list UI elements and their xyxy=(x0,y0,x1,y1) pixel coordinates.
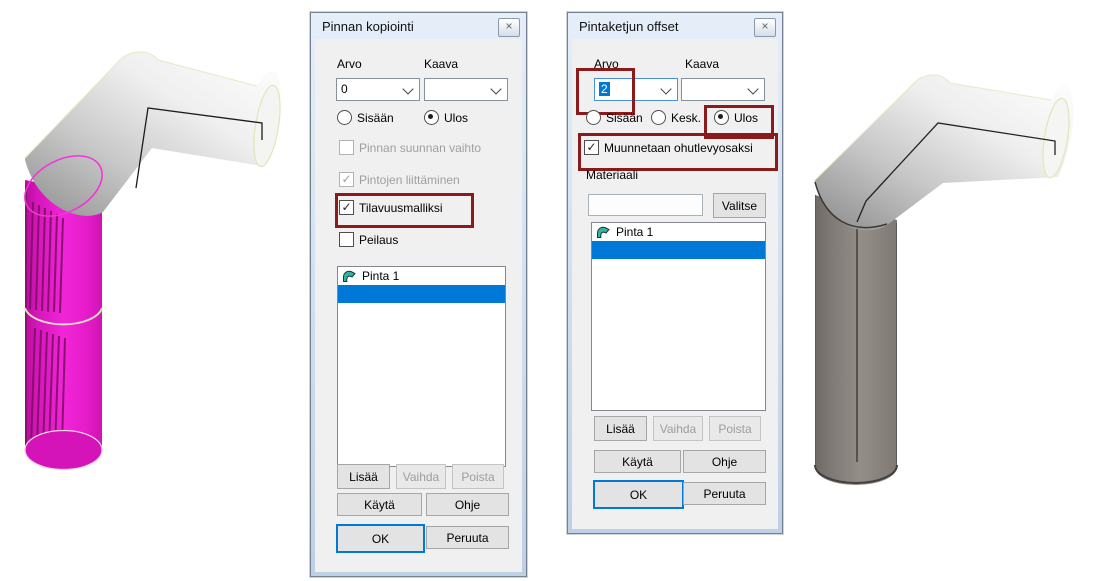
surface-listbox[interactable]: Pinta 1 xyxy=(337,266,506,467)
dialog-title: Pinnan kopiointi xyxy=(322,19,414,34)
ok-button[interactable]: OK xyxy=(336,524,425,553)
checkbox-pintojen-liittaminen[interactable]: ✓ Pintojen liittäminen xyxy=(339,172,460,187)
lisaa-button[interactable]: Lisää xyxy=(337,464,390,489)
checkbox-label: Peilaus xyxy=(359,233,398,247)
checkbox-peilaus[interactable]: Peilaus xyxy=(339,232,398,247)
arvo-combobox[interactable]: 0 xyxy=(336,78,420,101)
cylinder-bottom-opening xyxy=(25,431,102,470)
close-icon[interactable]: × xyxy=(498,18,520,37)
checkbox-muunnetaan-ohutlevyosaksi[interactable]: ✓ Muunnetaan ohutlevyosaksi xyxy=(584,140,753,155)
checkbox-pinnan-suunnan-vaihto[interactable]: Pinnan suunnan vaihto xyxy=(339,140,481,155)
surface-icon xyxy=(342,269,357,283)
chevron-down-icon xyxy=(402,83,413,94)
white-elbow-tube xyxy=(815,75,1073,230)
kayta-button[interactable]: Käytä xyxy=(594,450,681,473)
list-item-label: Pinta 1 xyxy=(616,225,653,239)
arvo-label: Arvo xyxy=(594,57,619,71)
checkbox-icon xyxy=(339,140,354,155)
chevron-down-icon xyxy=(490,83,501,94)
radio-ulos[interactable]: Ulos xyxy=(424,110,468,125)
arvo-combobox-value: 0 xyxy=(341,82,348,96)
checkbox-label: Pinnan suunnan vaihto xyxy=(359,141,481,155)
radio-kesk-label: Kesk. xyxy=(671,111,701,125)
radio-sisaan[interactable]: Sisään xyxy=(586,110,643,125)
kaava-combobox[interactable] xyxy=(681,78,765,101)
list-item-label: Pinta 1 xyxy=(362,269,399,283)
model-left-magenta-pipe xyxy=(0,20,300,485)
kaava-label: Kaava xyxy=(685,57,719,71)
desktop-canvas: Pinnan kopiointi × Arvo Kaava 0 Sisään U… xyxy=(0,0,1098,581)
ohje-button[interactable]: Ohje xyxy=(426,493,509,516)
poista-button[interactable]: Poista xyxy=(709,416,761,441)
chevron-down-icon xyxy=(660,83,671,94)
arvo-combobox[interactable]: 2 xyxy=(594,78,678,101)
materiaali-label: Materiaali xyxy=(586,168,638,182)
arvo-label: Arvo xyxy=(337,57,362,71)
checkbox-tilavuusmalliksi[interactable]: ✓ Tilavuusmalliksi xyxy=(339,200,443,215)
titlebar[interactable]: Pinnan kopiointi × xyxy=(311,13,526,39)
lisaa-button[interactable]: Lisää xyxy=(594,416,647,441)
checkbox-checked-icon: ✓ xyxy=(339,172,354,187)
list-item-pinta-1[interactable]: Pinta 1 xyxy=(592,223,765,241)
radio-sisaan-label: Sisään xyxy=(357,111,394,125)
radio-icon xyxy=(586,110,601,125)
peruuta-button[interactable]: Peruuta xyxy=(426,526,509,549)
arvo-combobox-value: 2 xyxy=(599,82,610,96)
surface-icon xyxy=(596,225,611,239)
material-field[interactable] xyxy=(588,194,703,216)
close-icon[interactable]: × xyxy=(754,18,776,37)
white-elbow-tube xyxy=(25,52,280,216)
titlebar[interactable]: Pintaketjun offset × xyxy=(568,13,782,39)
radio-ulos[interactable]: Ulos xyxy=(714,110,758,125)
radio-ulos-label: Ulos xyxy=(444,111,468,125)
vaihda-button[interactable]: Vaihda xyxy=(653,416,703,441)
gray-cylinder-body xyxy=(815,195,897,485)
checkbox-label: Tilavuusmalliksi xyxy=(359,201,443,215)
checkbox-checked-icon: ✓ xyxy=(584,140,599,155)
chevron-down-icon xyxy=(747,83,758,94)
kayta-button[interactable]: Käytä xyxy=(337,493,422,516)
radio-ulos-label: Ulos xyxy=(734,111,758,125)
peruuta-button[interactable]: Peruuta xyxy=(683,482,766,505)
radio-kesk[interactable]: Kesk. xyxy=(651,110,701,125)
radio-sisaan[interactable]: Sisään xyxy=(337,110,394,125)
model-right-gray-pipe xyxy=(800,55,1098,500)
radio-selected-icon xyxy=(424,110,439,125)
radio-icon xyxy=(337,110,352,125)
dialog-pinnan-kopiointi: Pinnan kopiointi × Arvo Kaava 0 Sisään U… xyxy=(310,12,527,577)
dialog-title: Pintaketjun offset xyxy=(579,19,679,34)
checkbox-label: Pintojen liittäminen xyxy=(359,173,460,187)
kaava-label: Kaava xyxy=(424,57,458,71)
ohje-button[interactable]: Ohje xyxy=(683,450,766,473)
list-selected-row[interactable] xyxy=(592,241,765,259)
poista-button[interactable]: Poista xyxy=(452,464,504,489)
ok-button[interactable]: OK xyxy=(593,480,684,509)
valitse-button[interactable]: Valitse xyxy=(713,193,766,218)
radio-sisaan-label: Sisään xyxy=(606,111,643,125)
list-item-pinta-1[interactable]: Pinta 1 xyxy=(338,267,505,285)
checkbox-checked-icon: ✓ xyxy=(339,200,354,215)
radio-icon xyxy=(651,110,666,125)
list-selected-row[interactable] xyxy=(338,285,505,303)
dialog-pintaketjun-offset: Pintaketjun offset × Arvo Kaava 2 Sisään… xyxy=(567,12,783,534)
checkbox-icon xyxy=(339,232,354,247)
vaihda-button[interactable]: Vaihda xyxy=(396,464,446,489)
checkbox-label: Muunnetaan ohutlevyosaksi xyxy=(604,141,753,155)
kaava-combobox[interactable] xyxy=(424,78,508,101)
radio-selected-icon xyxy=(714,110,729,125)
surface-listbox[interactable]: Pinta 1 xyxy=(591,222,766,411)
